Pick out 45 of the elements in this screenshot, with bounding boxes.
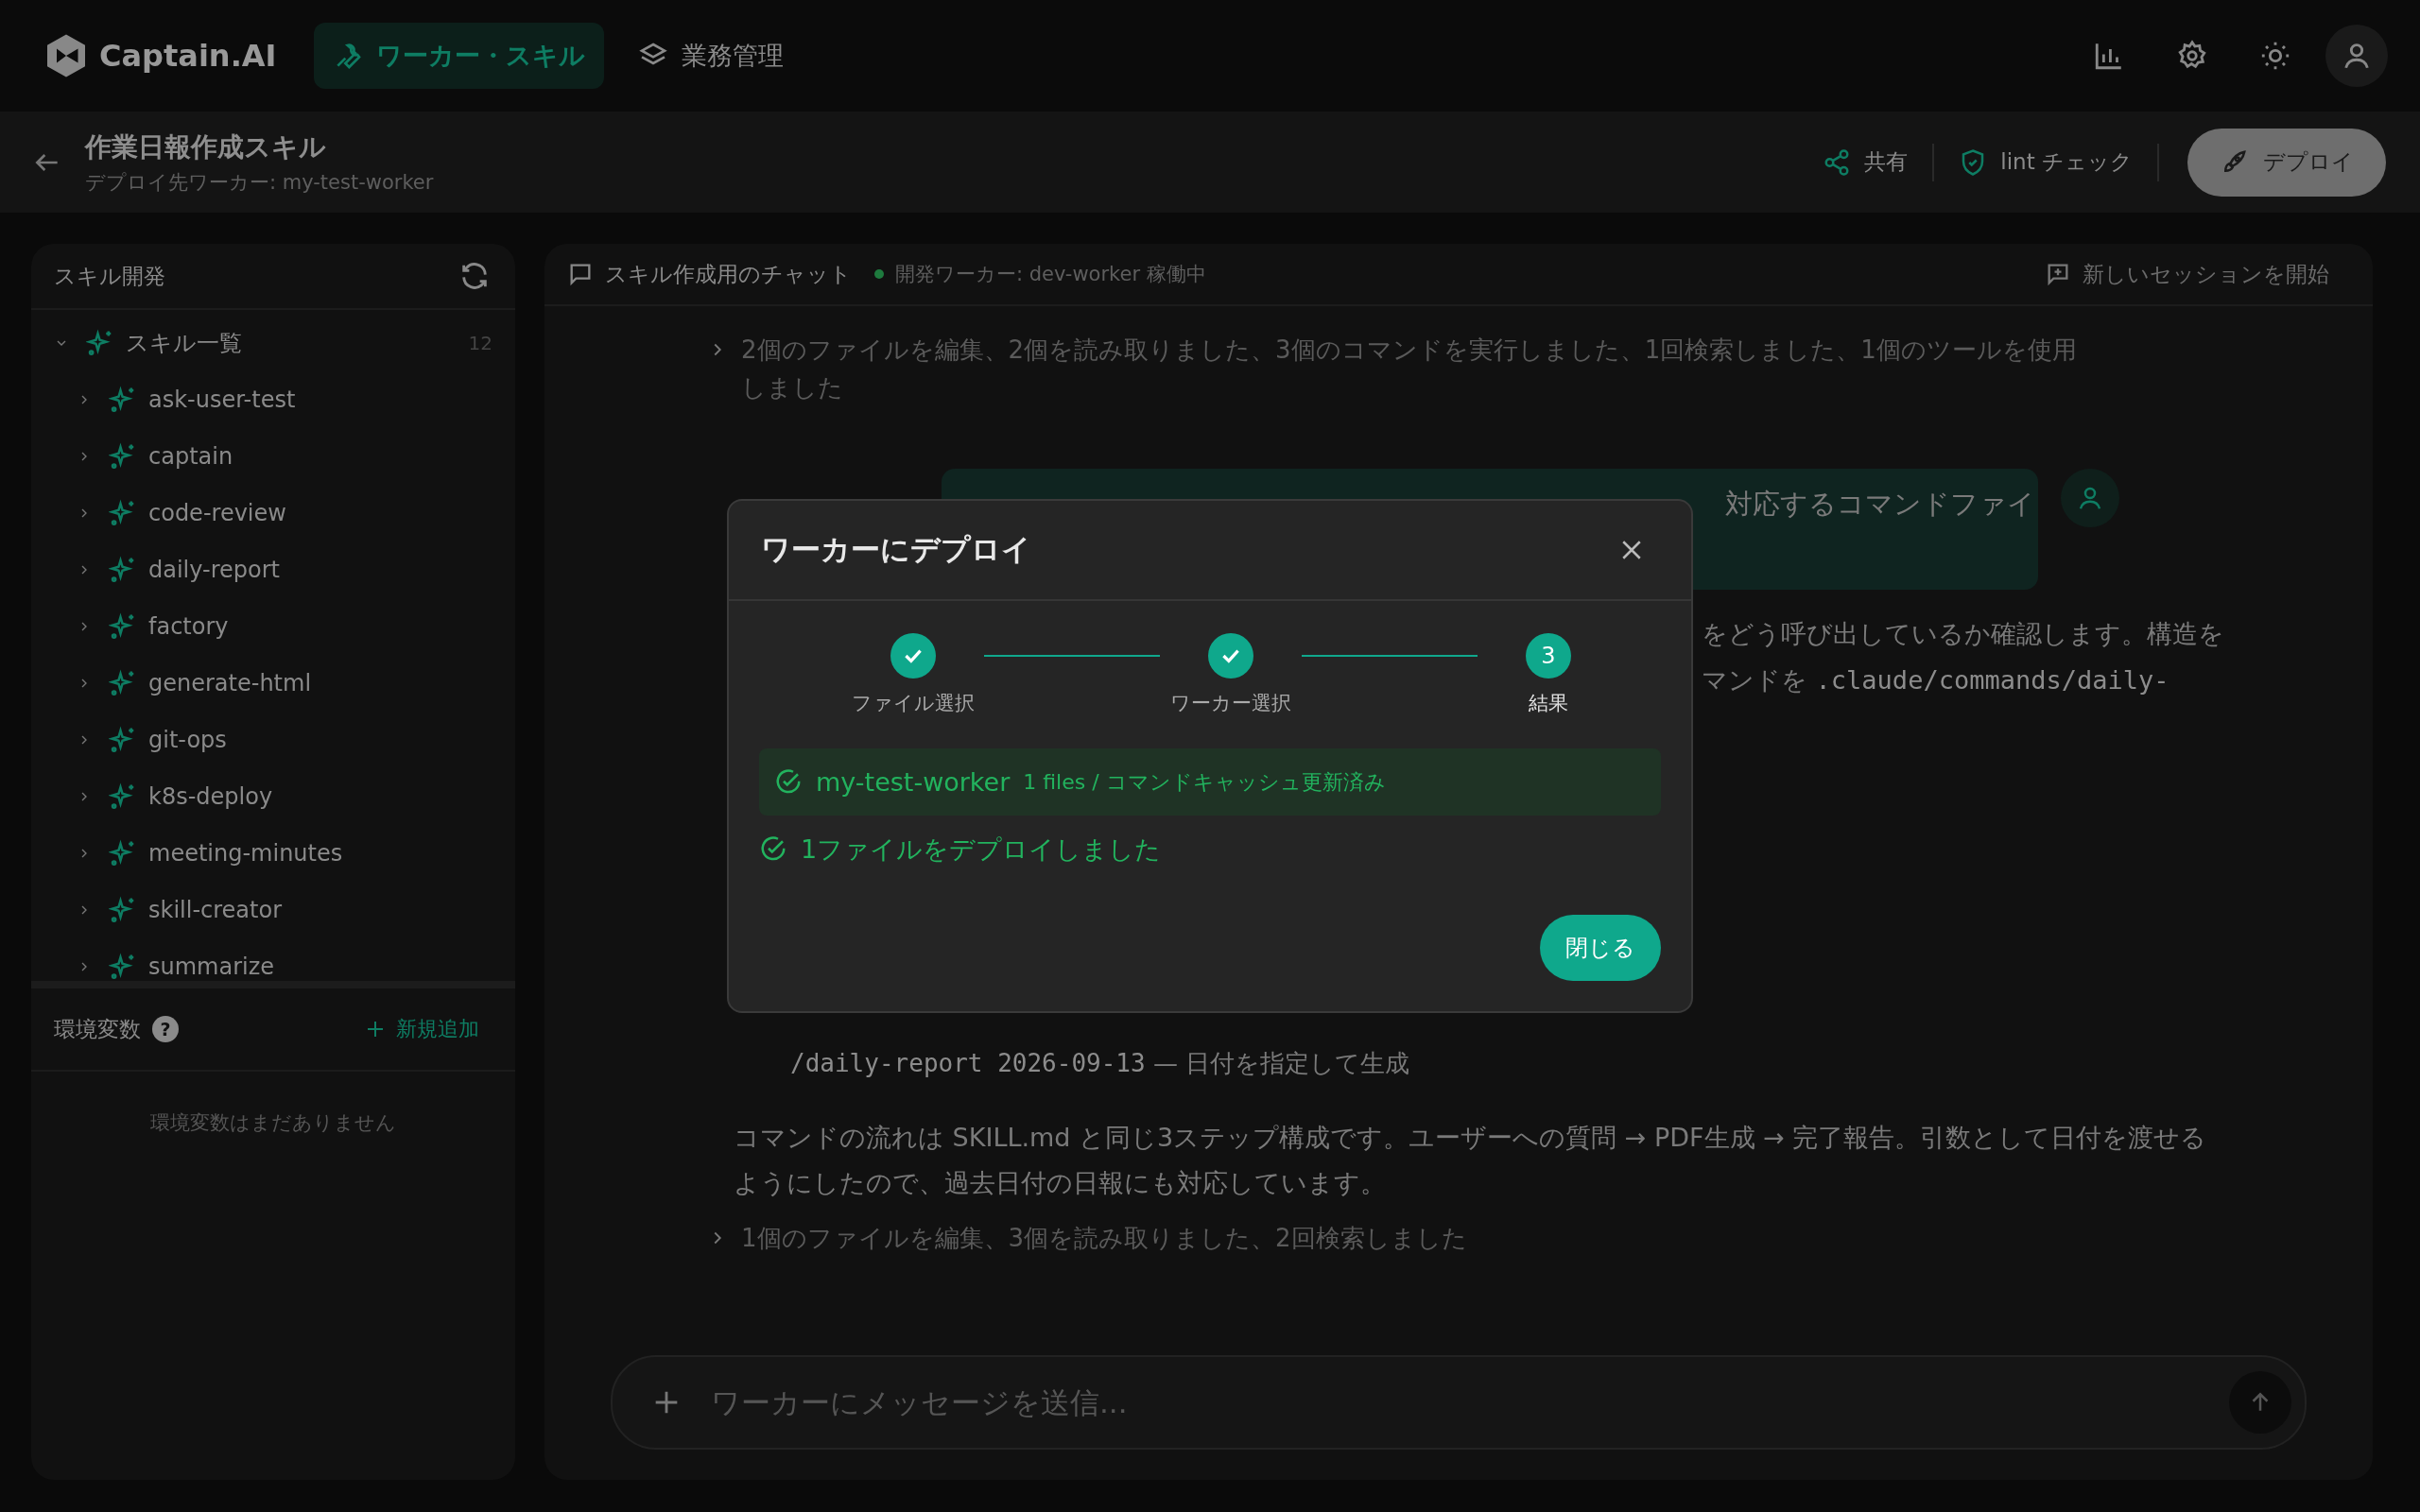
message-text: をどう呼び出しているか確認します。構造を [1702,618,2225,650]
share-button[interactable]: 共有 [1798,147,1933,177]
tree-item[interactable]: git-ops [31,712,515,768]
nav-tab[interactable]: 業務管理 [619,23,804,89]
tree-item[interactable]: captain [31,428,515,485]
step-label: ワーカー選択 [1170,691,1291,716]
activity-summary[interactable]: 2個のファイルを編集、2個を読み取りました、3個のコマンドを実行しました、1回検索しました、1個のツールを使用しました [741,331,2097,406]
worker-status: 開発ワーカー: dev-worker 稼働中 [895,262,1206,287]
add-button[interactable]: 新規追加 [364,1015,479,1043]
tree-item[interactable]: k8s-deploy [31,768,515,825]
empty-message: 環境変数はまだありません [149,1110,397,1136]
step-label: ファイル選択 [852,691,975,716]
lint-button[interactable]: lint チェック [1934,147,2157,177]
result-detail: 1 files / コマンドキャッシュ更新済み [1023,768,1386,796]
logo-text: Captain.AI [99,38,277,74]
nav-tab[interactable]: ワーカー・スキル [314,23,605,89]
tree-item[interactable]: factory [31,598,515,655]
message-input[interactable]: ワーカーにメッセージを送信... [611,1355,2307,1450]
skill-title: 作業日報作成スキル [85,129,327,164]
tree-item[interactable]: ask-user-test [31,371,515,428]
message-text: マンドを .claude/commands/daily- [1702,664,2170,696]
new-session-button[interactable]: 新しいセッションを開始 [2039,258,2335,290]
tree-item[interactable]: generate-html [31,655,515,712]
tree-item[interactable]: summarize [31,938,515,981]
help-badge[interactable]: ? [152,1016,179,1042]
message-text: コマンドの流れは SKILL.md と同じ3ステップ構成です。ユーザーへの質問 → PDF生成 → 完了報告。引数として日付を渡せるようにしたので、過去日付の日報にも対応しています。 [734,1122,2208,1199]
sun-icon[interactable] [2259,40,2291,72]
close-button[interactable]: 閉じる [1540,915,1661,981]
command-example: /daily-report 2026-09-13 — 日付を指定して生成 [789,1048,1411,1079]
message-field[interactable]: ワーカーにメッセージを送信... [709,1384,2229,1420]
status-dot-icon [874,269,884,279]
deploy-target: デプロイ先ワーカー: my-test-worker [85,169,434,196]
worker-name: my-test-worker [816,767,1011,797]
step-label: 結果 [1529,691,1568,716]
section-title: 環境変数 [54,1015,141,1043]
tree-item[interactable]: daily-report [31,541,515,598]
panel-title: スキル開発 [54,262,165,290]
tree-item[interactable]: skill-creator [31,882,515,938]
tree-item[interactable]: meeting-minutes [31,825,515,882]
step-indicator: 3 [1526,633,1571,679]
deploy-button[interactable]: デプロイ [2187,128,2386,197]
success-message: 1ファイルをデプロイしました [801,833,1162,866]
chat-title: スキル作成用のチャット [605,260,852,288]
tree-item[interactable]: code-review [31,485,515,541]
activity-summary[interactable]: 1個のファイルを編集、3個を読み取りました、2回検索しました [741,1219,1467,1257]
